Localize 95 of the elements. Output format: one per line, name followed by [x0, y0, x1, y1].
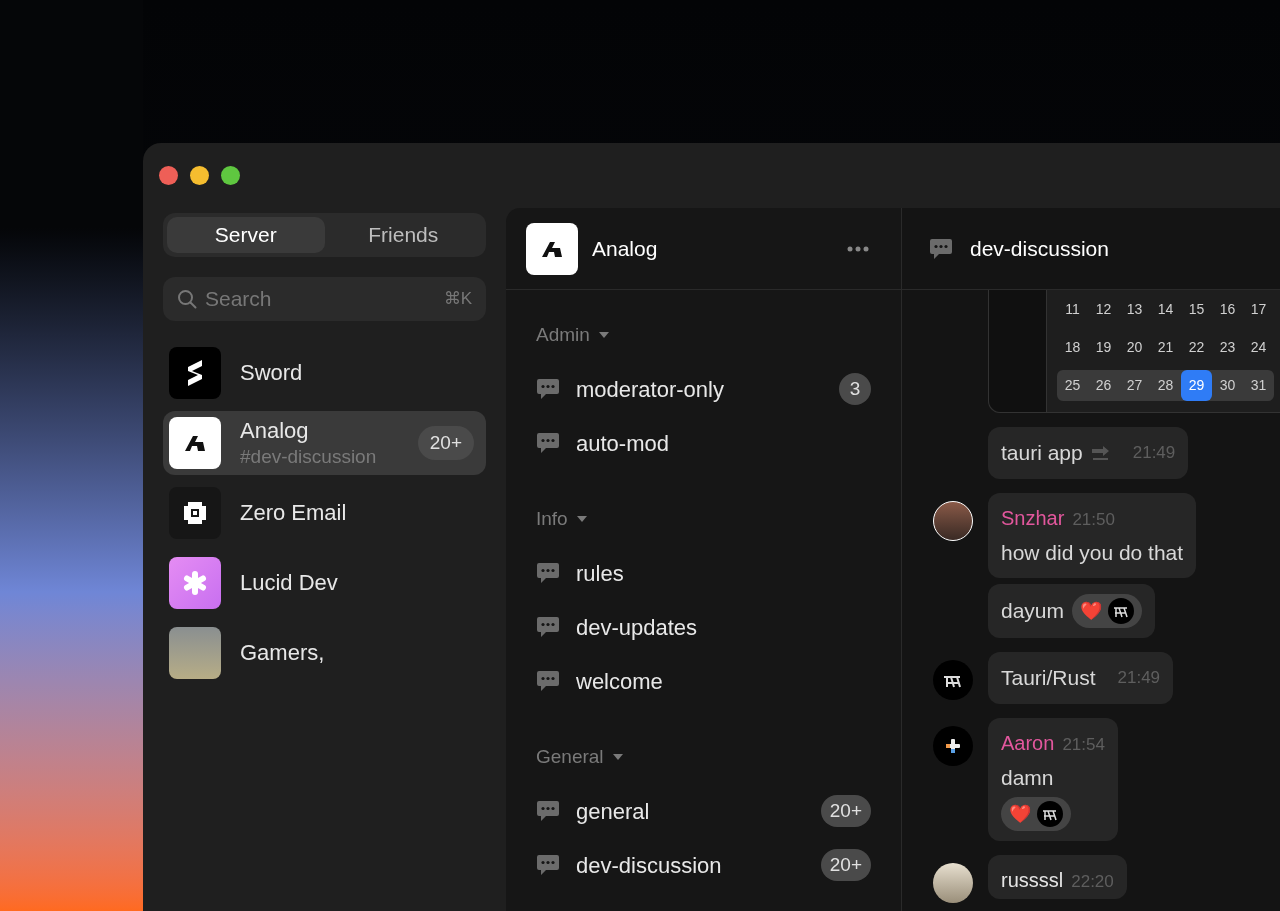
chat-bubble-icon	[929, 237, 953, 260]
server-item[interactable]: Analog #dev-discussion 20+	[163, 411, 486, 475]
calendar-day[interactable]: 15	[1181, 294, 1212, 325]
calendar-day[interactable]: 29	[1181, 370, 1212, 401]
avatar-icon	[933, 863, 973, 903]
calendar-day[interactable]: 11	[1057, 294, 1088, 325]
channel-item[interactable]: general 20+	[536, 784, 871, 838]
section-header[interactable]: Admin	[536, 322, 871, 348]
calendar-day[interactable]: 18	[1057, 332, 1088, 363]
calendar-day[interactable]: 27	[1119, 370, 1150, 401]
channel-item[interactable]: rules	[536, 546, 871, 600]
calendar-day[interactable]: 26	[1088, 370, 1119, 401]
calendar-day[interactable]: 21	[1150, 332, 1181, 363]
message-time: 21:54	[1062, 733, 1105, 756]
heart-emoji: ❤	[1080, 602, 1103, 620]
calendar-day[interactable]: 17	[1243, 294, 1274, 325]
message-text: tauri app	[1001, 440, 1083, 466]
server-name: Analog	[240, 417, 310, 445]
unread-count: 20+	[417, 425, 474, 461]
chat-bubble-icon	[536, 800, 560, 822]
calendar-day[interactable]: 16	[1212, 294, 1243, 325]
server-item[interactable]: Sword	[163, 341, 486, 405]
server-item[interactable]: Zero Email	[163, 481, 486, 545]
unread-count: 3	[839, 372, 871, 406]
calendar-day[interactable]: 13	[1119, 294, 1150, 325]
calendar-day[interactable]: 22	[1181, 332, 1212, 363]
author-name: Aaron	[1001, 730, 1055, 756]
channel-title: dev-discussion	[970, 235, 1109, 262]
calendar-day[interactable]: 31	[1243, 370, 1274, 401]
message-text: Tauri/Rust	[1001, 665, 1096, 691]
server-name: Gamers,	[240, 639, 326, 667]
message-text: how did you do that	[1001, 539, 1184, 566]
calendar-day[interactable]: 28	[1150, 370, 1181, 401]
calendar-day[interactable]: 23	[1212, 332, 1243, 363]
calendar-day[interactable]: 19	[1088, 332, 1119, 363]
chat-bubble-icon	[536, 854, 560, 876]
more-options-icon[interactable]	[847, 245, 869, 252]
message-time: 21:50	[1072, 508, 1115, 531]
calendar-day[interactable]: 30	[1212, 370, 1243, 401]
avatar-icon	[933, 660, 973, 700]
channel-item[interactable]: moderator-only 3	[536, 362, 871, 416]
tab[interactable]: Server	[167, 217, 325, 253]
calendar-day[interactable]: 12	[1088, 294, 1119, 325]
server-channel: #dev-discussion	[240, 444, 378, 469]
server-name: Sword	[240, 359, 304, 387]
message-time: 21:49	[1132, 442, 1176, 464]
channel-item[interactable]: dev-discussion 20+	[536, 838, 871, 892]
message-time: 21:49	[1117, 667, 1161, 689]
author-name: Snzhar	[1001, 505, 1065, 531]
photo-placeholder	[169, 627, 221, 679]
chat-bubble-icon	[536, 616, 560, 638]
heart-emoji: ❤	[1009, 805, 1031, 823]
analog-logo-icon	[169, 417, 221, 469]
avatar-reaction-icon	[1037, 801, 1063, 827]
caret-icon	[611, 753, 624, 761]
calendar-day[interactable]: 14	[1150, 294, 1181, 325]
calendar-day[interactable]: 25	[1057, 370, 1088, 401]
avatar-reaction-icon	[1108, 598, 1135, 624]
chat-bubble-icon	[536, 378, 560, 400]
message-time: 22:20	[1071, 871, 1114, 893]
square-logo-icon	[169, 487, 221, 539]
maximize-window-button[interactable]	[221, 166, 240, 185]
channel-item[interactable]: dev-updates	[536, 600, 871, 654]
server-item[interactable]: Gamers,	[163, 621, 486, 685]
message-text: damn	[1001, 764, 1054, 791]
author-name: russssl	[1001, 868, 1064, 893]
server-name: Zero Email	[240, 499, 348, 527]
message-text: dayum	[1001, 598, 1065, 625]
unread-count: 20+	[820, 848, 871, 882]
search-icon	[177, 289, 197, 309]
search-input[interactable]: Search	[205, 283, 436, 315]
tab[interactable]: Friends	[324, 217, 482, 253]
shortcut-hint: ⌘K	[443, 288, 472, 311]
analog-logo-icon	[526, 222, 578, 275]
server-name: Lucid Dev	[240, 569, 339, 597]
caret-icon	[575, 515, 588, 523]
channel-item[interactable]: welcome	[536, 654, 871, 708]
caret-icon	[597, 331, 610, 339]
avatar-icon	[933, 500, 973, 541]
server-title: Analog	[592, 235, 659, 262]
close-window-button[interactable]	[159, 166, 178, 185]
unread-count: 20+	[820, 794, 871, 828]
chat-bubble-icon	[536, 432, 560, 454]
channel-item[interactable]: auto-mod	[536, 416, 871, 470]
section-header[interactable]: General	[536, 744, 871, 770]
avatar-icon	[933, 725, 973, 766]
sword-logo-icon	[169, 347, 221, 399]
chat-bubble-icon	[536, 562, 560, 584]
server-item[interactable]: Lucid Dev	[163, 551, 486, 615]
asterisk-logo-icon	[169, 557, 221, 609]
calendar-day[interactable]: 20	[1119, 332, 1150, 363]
chat-bubble-icon	[536, 670, 560, 692]
section-header[interactable]: Info	[536, 506, 871, 532]
minimize-window-button[interactable]	[190, 166, 209, 185]
calendar-day[interactable]: 24	[1243, 332, 1274, 363]
